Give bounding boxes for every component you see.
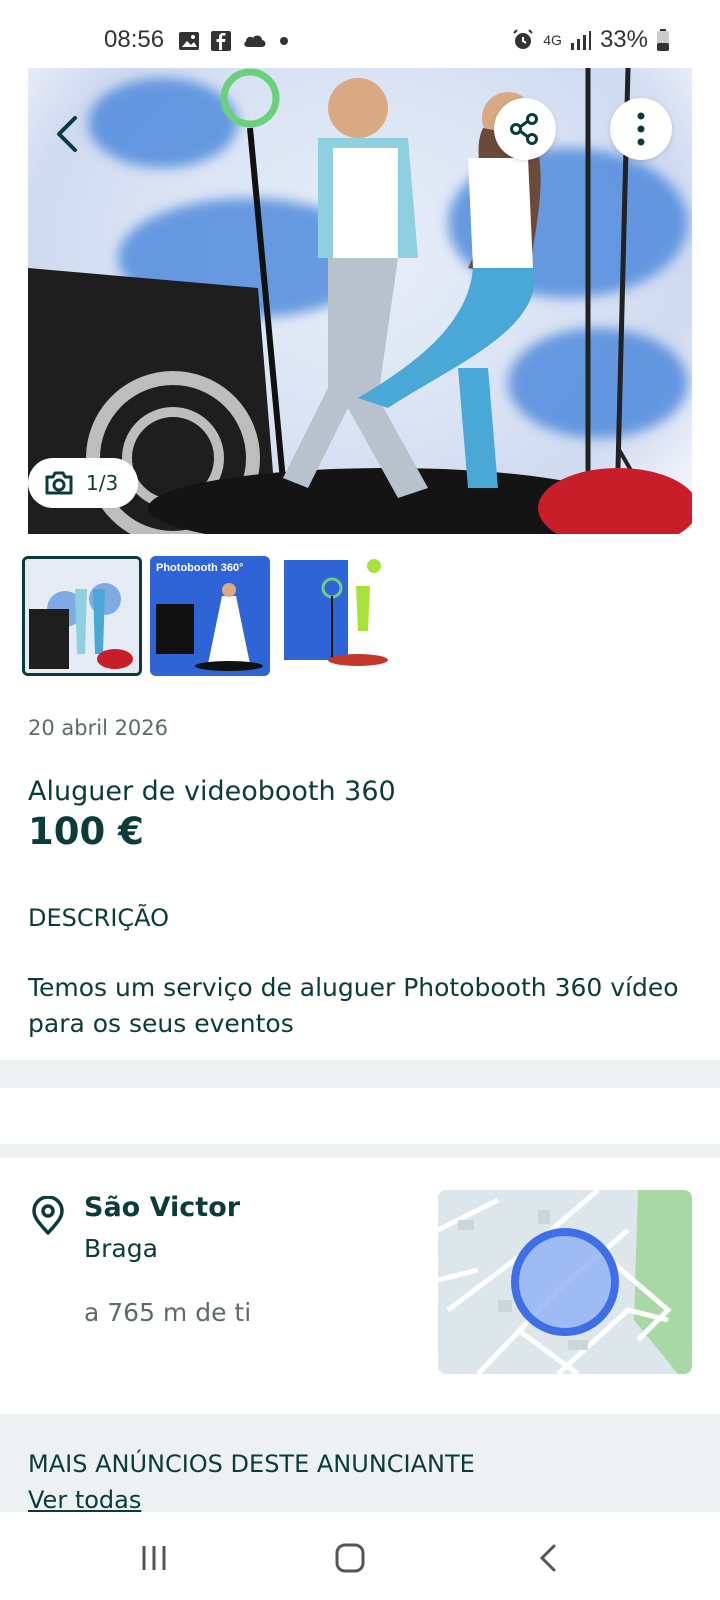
- description-text: Temos um serviço de aluguer Photobooth 3…: [28, 973, 679, 1038]
- camera-icon: [45, 471, 73, 495]
- thumbnail-image: [278, 556, 398, 676]
- thumbnail-2[interactable]: Photobooth 360°: [150, 556, 270, 676]
- system-back-button[interactable]: [518, 1528, 578, 1588]
- location-map[interactable]: [438, 1190, 692, 1374]
- location-pin-icon: [30, 1195, 66, 1240]
- system-nav-bar: [0, 1512, 720, 1600]
- alarm-icon: [513, 29, 533, 49]
- section-divider: [0, 1144, 720, 1158]
- thumbnail-image: [150, 556, 270, 676]
- more-vertical-icon: [637, 112, 645, 146]
- hero-image[interactable]: 1/3: [0, 68, 720, 534]
- system-icons: 4G 33%: [511, 26, 670, 54]
- chevron-left-icon: [57, 116, 77, 152]
- recent-apps-icon: [142, 1546, 166, 1570]
- share-icon: [510, 113, 538, 145]
- status-time: 08:56: [104, 26, 165, 53]
- home-button[interactable]: [320, 1528, 380, 1588]
- location-city: São Victor: [84, 1192, 241, 1223]
- photo-counter: 1/3: [28, 458, 138, 508]
- back-icon: [539, 1544, 556, 1572]
- battery-icon: [657, 29, 669, 51]
- battery-percent: 33%: [599, 26, 648, 53]
- network-type: 4G: [543, 32, 562, 48]
- share-button[interactable]: [494, 98, 556, 160]
- thumbnail-image: [25, 559, 139, 673]
- thumbnail-3[interactable]: [278, 556, 398, 676]
- cloud-icon: [244, 35, 266, 47]
- dot-icon: [280, 37, 288, 45]
- more-options-button[interactable]: [610, 98, 672, 160]
- thumbnail-caption: Photobooth 360°: [156, 562, 244, 574]
- thumbnail-strip: Photobooth 360°: [22, 556, 398, 676]
- more-listings-heading: MAIS ANÚNCIOS DESTE ANUNCIANTE: [28, 1450, 475, 1478]
- gallery-icon: [179, 32, 199, 50]
- map-image: [438, 1190, 692, 1374]
- listing-date: 20 abril 2026: [28, 716, 169, 740]
- back-button[interactable]: [40, 106, 96, 162]
- section-divider: [0, 1060, 720, 1088]
- notification-icons: [178, 30, 290, 52]
- thumbnail-1[interactable]: [22, 556, 142, 676]
- location-region: Braga: [84, 1234, 158, 1263]
- facebook-icon: [211, 31, 231, 51]
- recent-apps-button[interactable]: [124, 1528, 184, 1588]
- status-bar: 08:56 4G 33%: [0, 0, 720, 68]
- listing-price: 100 €: [28, 810, 144, 853]
- home-icon: [335, 1543, 365, 1573]
- location-distance: a 765 m de ti: [84, 1298, 252, 1327]
- description-heading: DESCRIÇÃO: [28, 904, 170, 932]
- see-all-link[interactable]: Ver todas: [28, 1486, 141, 1514]
- listing-title: Aluguer de videobooth 360: [28, 776, 396, 807]
- signal-icon: [570, 31, 591, 50]
- photo-counter-label: 1/3: [86, 471, 119, 495]
